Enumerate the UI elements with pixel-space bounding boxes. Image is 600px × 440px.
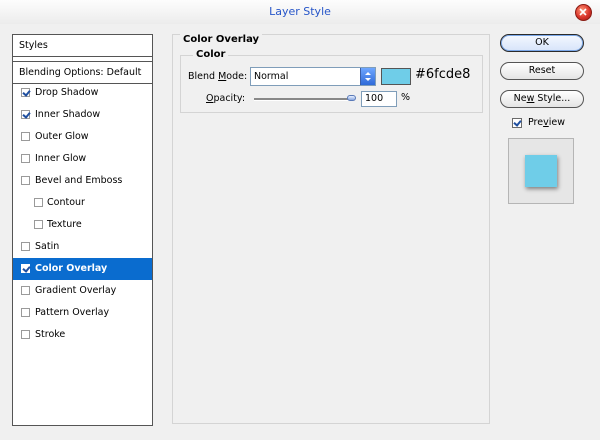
opacity-slider-thumb[interactable] [347, 95, 356, 101]
style-item-label: Stroke [35, 329, 66, 340]
opacity-slider-track[interactable] [254, 98, 354, 101]
blend-mode-select[interactable]: Normal [250, 67, 376, 86]
style-item[interactable]: Color Overlay [13, 258, 152, 280]
close-button[interactable] [575, 4, 592, 21]
preview-box [508, 138, 574, 204]
blend-mode-label: Blend Mode: [188, 71, 248, 82]
style-item-label: Contour [47, 197, 85, 208]
style-item[interactable]: Inner Glow [13, 148, 152, 170]
opacity-unit: % [401, 92, 411, 103]
section-title: Color Overlay [180, 34, 263, 45]
style-item-label: Inner Shadow [35, 109, 101, 120]
style-item[interactable]: Inner Shadow [13, 104, 152, 126]
reset-button[interactable]: Reset [500, 62, 584, 80]
blending-options-item[interactable]: Blending Options: Default [13, 61, 152, 84]
blend-mode-value: Normal [254, 71, 289, 82]
style-item[interactable]: Texture [13, 214, 152, 236]
style-checkbox[interactable] [21, 88, 30, 97]
style-checkbox[interactable] [21, 132, 30, 141]
style-item[interactable]: Drop Shadow [13, 82, 152, 104]
style-item[interactable]: Bevel and Emboss [13, 170, 152, 192]
window-title: Layer Style [269, 5, 331, 18]
select-arrow-icon[interactable] [360, 68, 375, 85]
style-item-label: Satin [35, 241, 60, 252]
style-checkbox[interactable] [21, 110, 30, 119]
style-checkbox[interactable] [21, 264, 30, 273]
opacity-input[interactable]: 100 [361, 91, 397, 107]
preview-label: Preview [528, 117, 565, 128]
opacity-label: Opacity: [206, 93, 246, 104]
color-swatch[interactable] [381, 68, 411, 85]
ok-button[interactable]: OK [500, 34, 584, 52]
style-checkbox[interactable] [34, 220, 43, 229]
style-checkbox[interactable] [21, 242, 30, 251]
new-style-button[interactable]: New Style... [500, 90, 584, 108]
style-checkbox[interactable] [21, 330, 30, 339]
color-group-title: Color [193, 49, 229, 60]
style-checkbox[interactable] [21, 308, 30, 317]
style-item[interactable]: Satin [13, 236, 152, 258]
style-item[interactable]: Outer Glow [13, 126, 152, 148]
style-item-label: Inner Glow [35, 153, 87, 164]
style-item-label: Drop Shadow [35, 87, 99, 98]
preview-checkbox[interactable] [512, 118, 522, 128]
style-item[interactable]: Pattern Overlay [13, 302, 152, 324]
style-item[interactable]: Gradient Overlay [13, 280, 152, 302]
style-item[interactable]: Contour [13, 192, 152, 214]
preview-square [525, 155, 557, 187]
style-item-label: Color Overlay [35, 263, 108, 274]
style-item-label: Outer Glow [35, 131, 89, 142]
style-item-label: Gradient Overlay [35, 285, 117, 296]
style-item-label: Pattern Overlay [35, 307, 110, 318]
close-icon [579, 8, 587, 16]
style-item[interactable]: Stroke [13, 324, 152, 346]
style-checkbox[interactable] [21, 154, 30, 163]
style-checkbox[interactable] [34, 198, 43, 207]
style-list: Drop Shadow Inner Shadow Outer Glow Inner G… [13, 82, 152, 346]
style-item-label: Bevel and Emboss [35, 175, 123, 186]
color-hex-label: #6fcde8 [415, 67, 471, 82]
style-checkbox[interactable] [21, 176, 30, 185]
style-item-label: Texture [47, 219, 82, 230]
style-checkbox[interactable] [21, 286, 30, 295]
styles-header[interactable]: Styles [13, 35, 152, 57]
styles-panel: Styles Blending Options: Default Drop Sh… [12, 34, 153, 426]
layer-style-dialog: Layer Style Styles Blending Options: Def… [0, 0, 600, 440]
title-bar[interactable]: Layer Style [0, 0, 600, 24]
